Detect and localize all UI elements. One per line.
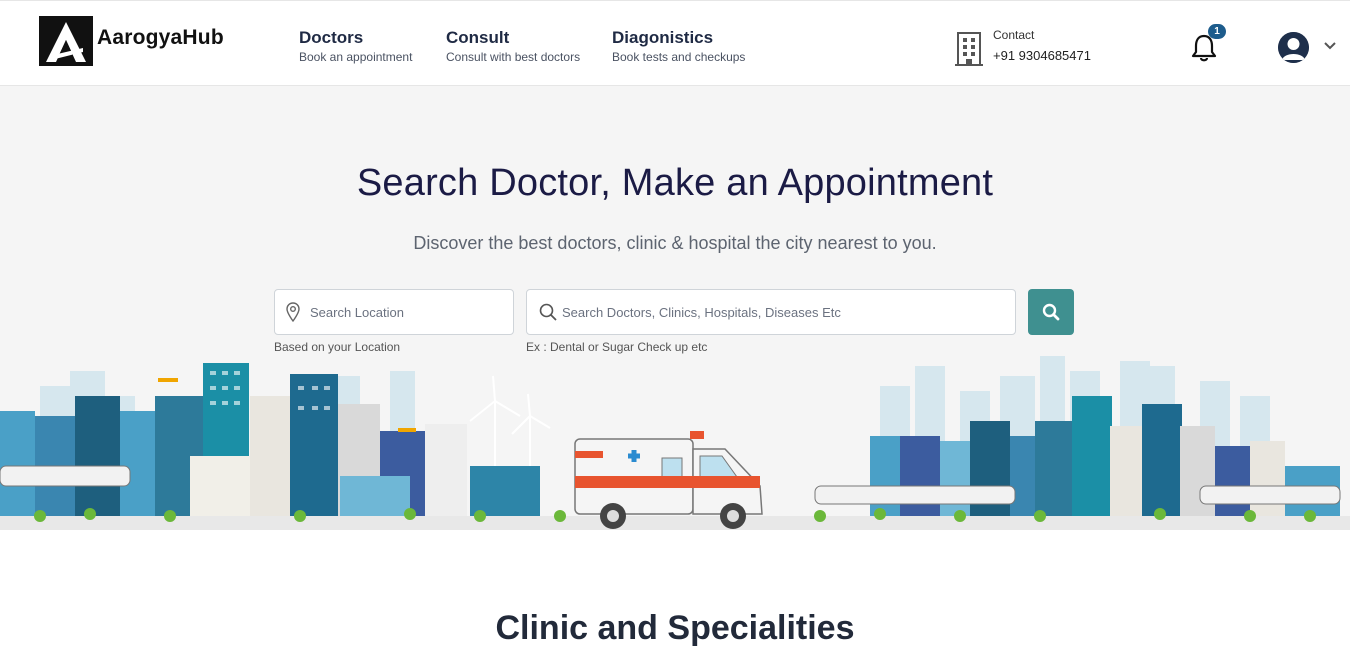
nav-doctors-title: Doctors <box>299 28 364 47</box>
nav-doctors-subtitle: Book an appointment <box>299 50 413 64</box>
top-header: AarogyaHub Doctors Book an appointment C… <box>0 0 1350 86</box>
location-input[interactable] <box>310 290 505 334</box>
nav-consult[interactable]: Consult Consult with best doctors <box>446 28 580 65</box>
logo-mark-icon <box>39 16 93 66</box>
hero-section: Search Doctor, Make an Appointment Disco… <box>0 86 1350 530</box>
contact-phone[interactable]: +91 9304685471 <box>993 48 1091 64</box>
search-icon <box>1042 303 1060 321</box>
nav-consult-title: Consult <box>446 28 510 47</box>
nav-diagnostics-subtitle: Book tests and checkups <box>612 50 746 64</box>
map-pin-icon <box>286 302 300 322</box>
cityscape-illustration <box>0 356 1350 530</box>
contact-block[interactable]: Contact +91 9304685471 <box>955 27 1091 67</box>
nav-consult-subtitle: Consult with best doctors <box>446 50 581 64</box>
hero-subtitle: Discover the best doctors, clinic & hosp… <box>413 233 937 253</box>
location-field[interactable] <box>274 289 514 335</box>
chevron-down-icon[interactable] <box>1323 39 1337 53</box>
section-title: Clinic and Specialities <box>495 609 855 647</box>
nav-diagnostics[interactable]: Diagonistics Book tests and checkups <box>612 28 745 65</box>
contact-label: Contact <box>993 28 1035 42</box>
user-avatar-icon[interactable] <box>1278 32 1309 63</box>
building-icon <box>955 32 983 66</box>
search-field[interactable] <box>526 289 1016 335</box>
nav-diagnostics-title: Diagonistics <box>612 28 714 47</box>
brand-logo[interactable]: AarogyaHub <box>39 16 224 66</box>
search-button[interactable] <box>1028 289 1074 335</box>
search-icon <box>539 303 557 321</box>
ambulance-icon <box>574 431 763 529</box>
nav-doctors[interactable]: Doctors Book an appointment <box>299 28 412 65</box>
search-input[interactable] <box>562 290 1002 334</box>
brand-name: AarogyaHub <box>97 26 224 49</box>
hero-title: Search Doctor, Make an Appointment <box>356 162 994 204</box>
notification-badge: 1 <box>1208 24 1226 39</box>
